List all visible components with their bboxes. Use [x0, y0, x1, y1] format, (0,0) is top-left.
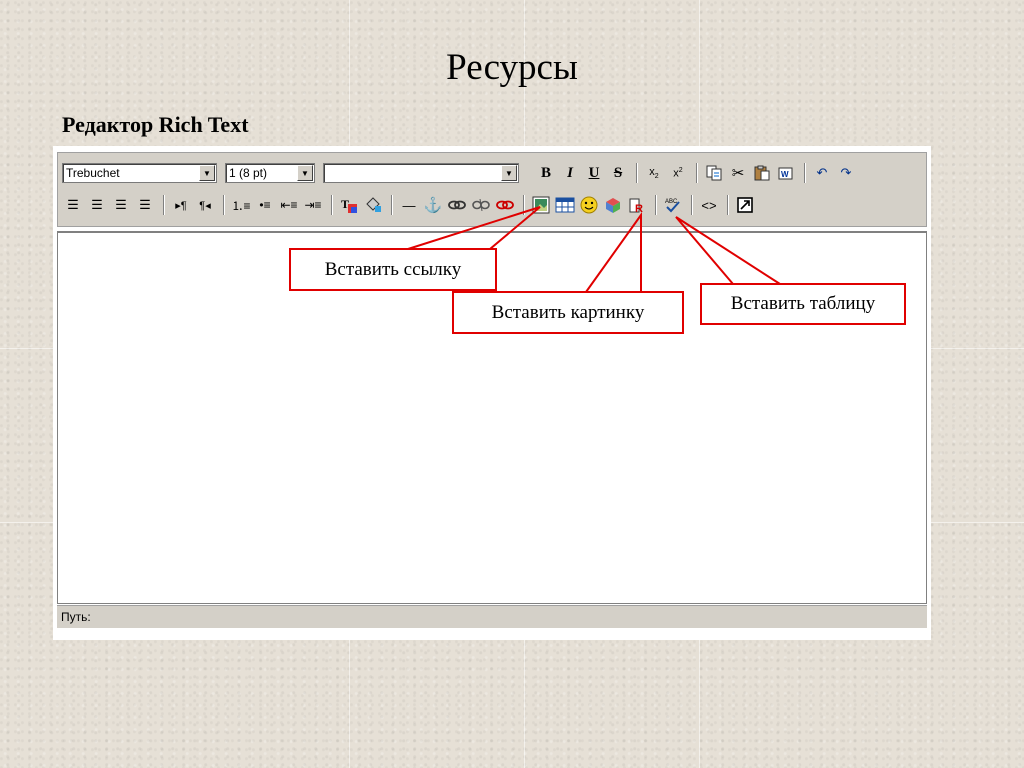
table-callout-arrow: [675, 216, 781, 285]
callout-arrows: [407, 206, 781, 293]
insert-image-callout: Вставить картинку: [452, 291, 684, 334]
insert-link-callout: Вставить ссылку: [289, 248, 497, 291]
image-callout-arrow: [585, 211, 642, 293]
insert-table-callout: Вставить таблицу: [700, 283, 906, 325]
link-callout-arrow: [407, 206, 541, 250]
